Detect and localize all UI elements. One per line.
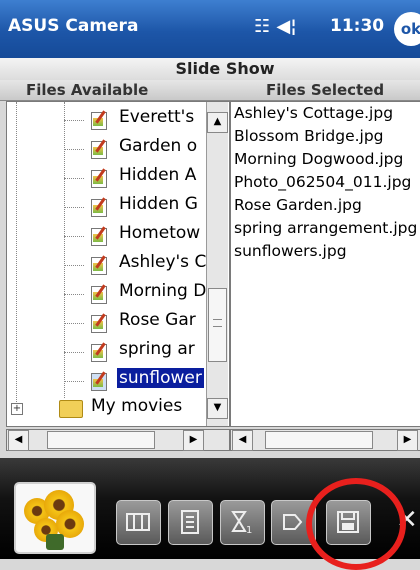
app-title: ASUS Camera [8, 16, 139, 36]
ok-button[interactable]: ok [394, 12, 420, 46]
scroll-right-button[interactable]: ▶ [183, 430, 204, 451]
tree-file-item[interactable]: Hidden A [7, 163, 207, 194]
tree-file-item[interactable]: Morning D [7, 279, 207, 310]
document-icon [181, 510, 199, 534]
folder-label: My movies [91, 396, 183, 416]
file-label: Ashley's C [119, 252, 207, 272]
file-label: sunflower [117, 368, 204, 388]
image-file-icon [87, 284, 109, 304]
svg-text:1: 1 [246, 525, 252, 535]
connectivity-volume-icons[interactable]: ☷ ◀¦ [254, 16, 297, 37]
left-horizontal-scrollbar[interactable]: ◀ ▶ [6, 429, 230, 451]
file-label: Everett's [119, 107, 195, 127]
image-file-icon [87, 342, 109, 362]
transition-icon [283, 514, 303, 530]
tree-file-item[interactable]: Hidden G [7, 192, 207, 223]
image-file-icon [87, 313, 109, 333]
image-file-icon [87, 226, 109, 246]
tree-folder-my-movies[interactable]: + My movies [7, 394, 207, 425]
tree-file-item[interactable]: sunflower [7, 366, 207, 397]
selected-file-item[interactable]: Morning Dogwood.jpg [234, 150, 403, 168]
selected-file-item[interactable]: Blossom Bridge.jpg [234, 127, 384, 145]
files-selected-list[interactable]: Ashley's Cottage.jpg Blossom Bridge.jpg Mo… [230, 101, 420, 427]
scroll-thumb[interactable] [47, 431, 155, 449]
files-available-header: Files Available [26, 81, 149, 99]
image-file-icon [87, 371, 109, 391]
tree-file-item[interactable]: spring ar [7, 337, 207, 368]
scroll-up-button[interactable]: ▲ [207, 112, 228, 133]
image-file-icon [87, 110, 109, 130]
scroll-thumb[interactable] [265, 431, 373, 449]
folder-icon [59, 400, 83, 418]
column-headers: Files Available Files Selected [0, 80, 420, 101]
tree-file-item[interactable]: Ashley's C [7, 250, 207, 281]
vertical-scrollbar[interactable]: ▲ ▼ [206, 102, 228, 426]
page-title: Slide Show [175, 59, 275, 78]
file-label: Morning D [119, 281, 207, 301]
image-file-icon [87, 197, 109, 217]
grid-layout-icon [126, 513, 150, 531]
tree-file-item[interactable]: Garden o [7, 134, 207, 165]
file-label: Hometow [119, 223, 201, 243]
image-file-icon [87, 168, 109, 188]
file-label: Garden o [119, 136, 198, 156]
clock[interactable]: 11:30 [330, 16, 384, 36]
scroll-down-button[interactable]: ▼ [207, 398, 228, 419]
scroll-left-button[interactable]: ◀ [8, 430, 29, 451]
expand-icon[interactable]: + [11, 403, 23, 415]
scroll-right-button[interactable]: ▶ [397, 430, 418, 451]
selected-file-item[interactable]: Photo_062504_011.jpg [234, 173, 411, 191]
sunflower-thumbnail[interactable] [14, 482, 96, 554]
slideshow-header: Slide Show [0, 58, 420, 81]
selected-file-item[interactable]: Ashley's Cottage.jpg [234, 104, 393, 122]
files-available-list[interactable]: Everett's Garden o Hidden A Hidden G Hometow… [6, 101, 230, 427]
hourglass-icon: 1 [231, 511, 252, 535]
right-horizontal-scrollbar[interactable]: ◀ ▶ [230, 429, 420, 451]
tree-file-item[interactable]: Everett's [7, 105, 207, 136]
file-label: Hidden G [119, 194, 198, 214]
image-file-icon [87, 255, 109, 275]
document-button[interactable] [168, 500, 213, 545]
file-label: spring ar [119, 339, 195, 359]
scroll-thumb[interactable] [208, 288, 227, 362]
selected-file-item[interactable]: sunflowers.jpg [234, 242, 347, 260]
scroll-left-button[interactable]: ◀ [232, 430, 253, 451]
file-label: Hidden A [119, 165, 197, 185]
selected-file-item[interactable]: spring arrangement.jpg [234, 219, 417, 237]
file-label: Rose Gar [119, 310, 196, 330]
image-file-icon [87, 139, 109, 159]
tree-file-item[interactable]: Hometow [7, 221, 207, 252]
title-bar: ASUS Camera ☷ ◀¦ 11:30 ok [0, 0, 420, 58]
selected-file-item[interactable]: Rose Garden.jpg [234, 196, 362, 214]
tree-file-item[interactable]: Rose Gar [7, 308, 207, 339]
files-selected-header: Files Selected [266, 81, 385, 99]
timer-button[interactable]: 1 [220, 500, 265, 545]
layout-button[interactable] [116, 500, 161, 545]
highlight-circle [306, 478, 406, 570]
